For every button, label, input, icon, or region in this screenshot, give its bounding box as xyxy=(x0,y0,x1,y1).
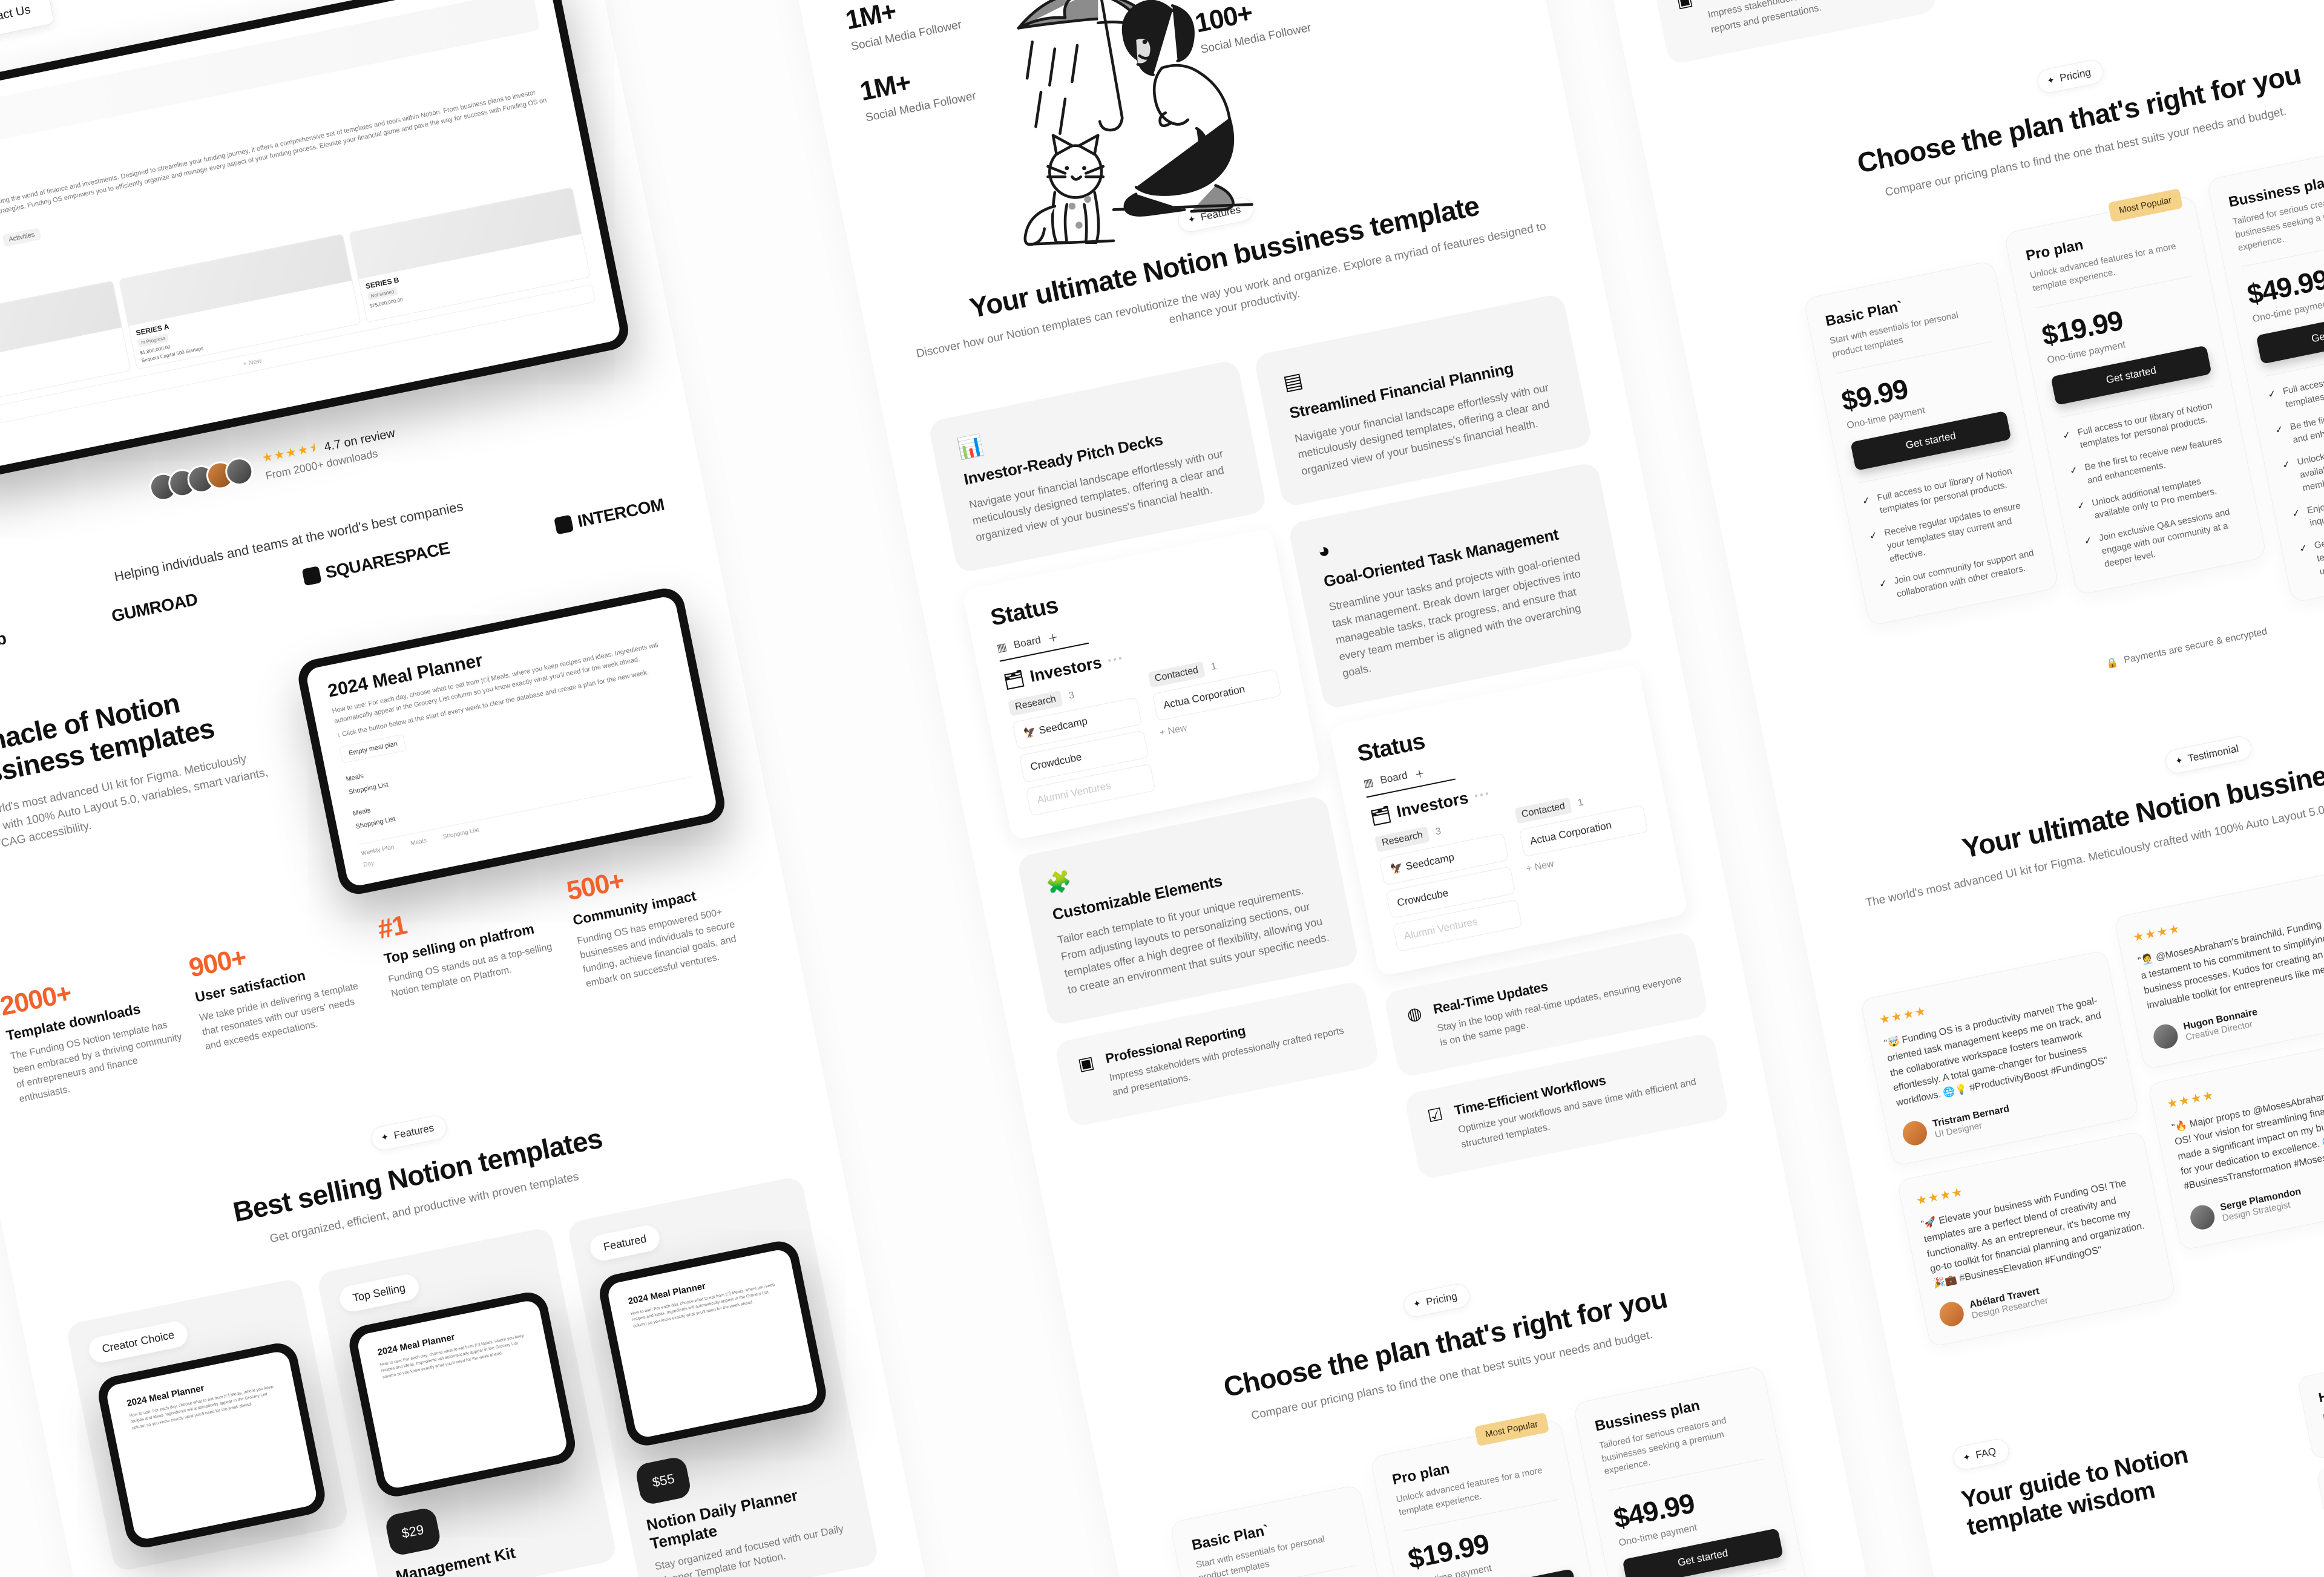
board-col-count: 1 xyxy=(1577,796,1584,808)
feature-desc: Impress stakeholders with professionally… xyxy=(1707,0,1911,36)
testimonial-card: ★★★★ "🔥 Major props to @MosesAbraham for… xyxy=(2147,1034,2324,1251)
report-icon: ▣ xyxy=(1076,1052,1096,1074)
board-col-name: Contacted xyxy=(1147,661,1206,689)
more-options-icon[interactable]: ··· xyxy=(1106,649,1126,670)
stat-item: 900+ User satisfaction We take pride in … xyxy=(186,919,378,1068)
check-icon: ✓ xyxy=(2069,465,2079,477)
board-col-count: 3 xyxy=(1068,690,1075,702)
most-popular-badge: Most Popular xyxy=(2107,188,2184,223)
pricing-pill: ✦ Pricing xyxy=(1401,1282,1472,1319)
board-col-name: Contacted xyxy=(1514,797,1573,824)
board-col-name: Research xyxy=(1374,826,1431,853)
feature-card-reporting: ▣ Professional Reporting Impress stakeho… xyxy=(1652,0,1938,65)
stat-item: 500+ Community impact Funding OS has emp… xyxy=(564,843,756,992)
check-icon: ✓ xyxy=(2267,389,2277,401)
meal-planner-device: 2024 Meal Planner How to use: For each d… xyxy=(295,585,729,897)
more-options-icon[interactable]: ··· xyxy=(1472,784,1492,806)
check-icon: ✓ xyxy=(2291,507,2302,520)
board-tab-label[interactable]: Board xyxy=(1013,634,1042,651)
board-tab-icon: ▥ xyxy=(1362,776,1375,790)
intercom-icon xyxy=(553,514,574,535)
notion-chip-activities[interactable]: Activities xyxy=(2,228,41,248)
check-icon: ✓ xyxy=(1861,495,1871,507)
faq-title: Your guide to Notion template wisdom xyxy=(1959,1441,2190,1541)
check-icon: ✓ xyxy=(1868,530,1879,542)
feature-card-task-management: ◕ Goal-Oriented Task Management Streamli… xyxy=(1287,461,1635,710)
template-price-badge: $29 xyxy=(384,1506,442,1557)
plan-price: $49.99 xyxy=(2244,263,2324,310)
avatar xyxy=(1900,1119,1929,1148)
sparkle-icon: ✦ xyxy=(1961,1451,1972,1464)
clipboard-check-icon: ☑ xyxy=(1426,1104,1445,1126)
sparkle-icon: ✦ xyxy=(2046,74,2056,87)
most-popular-badge: Most Popular xyxy=(1474,1412,1549,1447)
sparkle-icon: ✦ xyxy=(380,1132,390,1144)
status-board-mock-1: Status ▥ Board ＋ 🗂 Investors ··· Research 3 🦅… xyxy=(962,528,1322,841)
check-icon: ✓ xyxy=(2274,424,2285,436)
board-database-name: Investors xyxy=(1028,653,1103,686)
faq-pill: ✦ FAQ xyxy=(1951,1437,2011,1472)
reviewer-avatars xyxy=(147,454,256,503)
stat-item: 2000+ Template downloads The Funding OS … xyxy=(0,958,189,1107)
template-card[interactable]: Creator Choice 2024 Meal Planner How to … xyxy=(65,1277,350,1573)
check-icon: ✓ xyxy=(2061,429,2072,442)
logo-intercom: INTERCOM xyxy=(553,495,666,536)
database-icon: 🗂 xyxy=(1002,669,1026,691)
umbrella-cat-illustration xyxy=(1017,0,1253,246)
board-tab-label[interactable]: Board xyxy=(1379,770,1408,787)
avatar xyxy=(2151,1021,2180,1051)
avatar xyxy=(1937,1300,1966,1329)
empty-meal-plan-button[interactable]: Empty meal plan xyxy=(339,733,407,764)
meal-col-weekly: Weekly Plan xyxy=(360,844,395,857)
template-tag: Creator Choice xyxy=(87,1319,190,1365)
report-icon: ▣ xyxy=(1675,0,1695,11)
logo-gumroad: GUMROAD xyxy=(110,589,200,626)
meal-col-shopping: Shopping List xyxy=(442,826,480,841)
status-board-mock-2: Status ▥ Board ＋ 🗂 Investors ··· Research 3 🦅… xyxy=(1328,663,1689,977)
squarespace-icon xyxy=(301,566,322,586)
testimonial-card: ★★★★ "🚀 Elevate your business with Fundi… xyxy=(1897,1130,2176,1348)
avatar xyxy=(2188,1202,2217,1231)
check-icon: ✓ xyxy=(2083,535,2093,548)
logo-squarespace: SQUARESPACE xyxy=(301,539,451,588)
board-col-name: Research xyxy=(1008,690,1064,716)
sparkle-icon: ✦ xyxy=(1412,1298,1422,1310)
template-tag: Top Selling xyxy=(337,1272,421,1314)
template-price-badge: $55 xyxy=(634,1455,693,1506)
faq-question: How do I install a Notion template? xyxy=(2317,1346,2324,1406)
meal-col-meals: Meals xyxy=(410,837,427,847)
board-database-name: Investors xyxy=(1395,788,1470,821)
add-view-icon[interactable]: ＋ xyxy=(1046,629,1060,646)
check-icon: ✓ xyxy=(2298,543,2309,555)
template-tag: Featured xyxy=(588,1223,662,1263)
landing-page-column-1: boost your busi Lorem ipsum dolor sit am… xyxy=(0,0,963,1577)
template-card[interactable]: Top Selling 2024 Meal Planner How to use… xyxy=(315,1226,618,1577)
faq-answer: Installing a template is easy! Simply cl… xyxy=(2322,1336,2324,1424)
testimonial-pill: ✦ Testimonial xyxy=(2163,734,2254,776)
board-tab-icon: ▥ xyxy=(996,640,1008,654)
features-pill: ✦ Features xyxy=(369,1113,449,1152)
board-col-count: 1 xyxy=(1210,661,1218,673)
database-icon: 🗂 xyxy=(1368,804,1393,827)
add-view-icon[interactable]: ＋ xyxy=(1413,764,1426,781)
board-col-count: 3 xyxy=(1434,825,1442,838)
check-icon: ✓ xyxy=(2076,500,2086,512)
pricing-pill: ✦ Pricing xyxy=(2035,57,2106,95)
lock-icon: 🔒 xyxy=(2105,657,2119,670)
template-card[interactable]: Featured 2024 Meal Planner How to use: F… xyxy=(566,1175,880,1577)
check-icon: ✓ xyxy=(2281,459,2292,471)
check-icon: ✓ xyxy=(1878,578,1889,591)
faq-item[interactable]: How do I install a Notion template? Inst… xyxy=(2297,1293,2324,1460)
stat-item: #1 Top selling on platfrom Funding OS st… xyxy=(375,881,567,1030)
refresh-icon: ◍ xyxy=(1405,1003,1423,1025)
pricing-card-business: Bussiness plan Tailored for serious crea… xyxy=(1572,1365,1849,1577)
testimonial-card: ★★★★ "🤯 Funding OS is a productivity mar… xyxy=(1860,950,2139,1167)
sparkle-icon: ✦ xyxy=(2174,755,2184,767)
contact-us-button[interactable]: Contact Us xyxy=(0,0,55,44)
design-presentation-canvas: boost your busi Lorem ipsum dolor sit am… xyxy=(0,0,2324,1577)
logo-github: GitHub xyxy=(0,629,8,658)
testimonial-card: ★★★★ "🧑‍💼 @MosesAbraham's brainchild, Fu… xyxy=(2113,867,2324,1070)
